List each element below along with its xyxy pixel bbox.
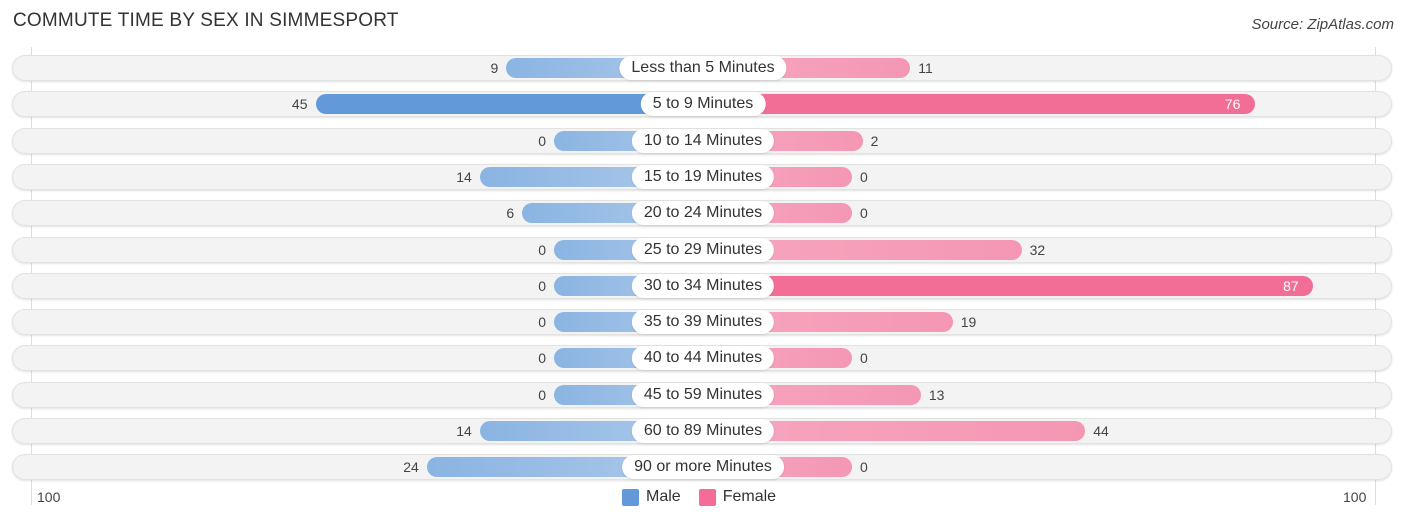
category-label: 35 to 39 Minutes bbox=[631, 310, 775, 335]
legend-swatch-male bbox=[622, 488, 639, 506]
bar-female[interactable] bbox=[703, 275, 1314, 296]
legend-label-female: Female bbox=[722, 488, 777, 505]
axis-left-label: 100 bbox=[37, 489, 61, 505]
axis-right-label: 100 bbox=[1343, 489, 1367, 505]
value-label-female: 0 bbox=[860, 459, 868, 476]
chart-row: 0 32 25 to 29 Minutes bbox=[12, 236, 1392, 263]
value-label-female: 32 bbox=[1029, 241, 1046, 258]
value-label-male: 0 bbox=[538, 350, 546, 367]
chart-title: COMMUTE TIME BY SEX IN SIMMESPORT bbox=[13, 10, 399, 31]
value-label-female: 19 bbox=[960, 314, 977, 331]
value-label-female: 44 bbox=[1093, 423, 1109, 439]
value-label-female: 13 bbox=[928, 386, 945, 403]
value-label-male: 0 bbox=[538, 386, 546, 403]
category-label: 30 to 34 Minutes bbox=[631, 273, 775, 298]
chart-row: 0 19 35 to 39 Minutes bbox=[12, 309, 1392, 336]
category-label: 40 to 44 Minutes bbox=[631, 346, 775, 371]
value-label-female: 87 bbox=[1283, 277, 1299, 294]
value-label-male: 0 bbox=[538, 241, 546, 258]
legend: Male Female bbox=[622, 488, 794, 506]
category-label: 10 to 14 Minutes bbox=[631, 128, 775, 153]
chart-row: 45 76 5 to 9 Minutes bbox=[12, 91, 1392, 118]
category-label: 5 to 9 Minutes bbox=[640, 92, 766, 117]
legend-item-female[interactable]: Female bbox=[698, 488, 777, 506]
chart-row: 0 2 10 to 14 Minutes bbox=[12, 127, 1392, 154]
category-label: 90 or more Minutes bbox=[622, 455, 784, 480]
category-label: 20 to 24 Minutes bbox=[631, 201, 775, 226]
chart-row: 9 11 Less than 5 Minutes bbox=[12, 55, 1392, 81]
value-label-male: 14 bbox=[456, 168, 472, 185]
value-label-male: 0 bbox=[538, 314, 546, 331]
chart-row: 0 0 40 to 44 Minutes bbox=[12, 345, 1392, 372]
value-label-male: 45 bbox=[291, 96, 308, 113]
category-label: 60 to 89 Minutes bbox=[631, 419, 775, 443]
value-label-female: 76 bbox=[1224, 96, 1241, 113]
chart-row: 0 87 30 to 34 Minutes bbox=[12, 272, 1392, 299]
category-label: Less than 5 Minutes bbox=[619, 56, 787, 80]
bar-female[interactable] bbox=[703, 94, 1255, 115]
chart-row: 14 0 15 to 19 Minutes bbox=[12, 163, 1392, 190]
value-label-male: 0 bbox=[538, 132, 546, 149]
legend-swatch-female bbox=[698, 488, 716, 506]
value-label-female: 0 bbox=[860, 205, 868, 222]
legend-item-male[interactable]: Male bbox=[622, 488, 681, 506]
value-label-female: 0 bbox=[860, 168, 868, 185]
value-label-female: 2 bbox=[870, 132, 879, 149]
value-label-female: 11 bbox=[918, 60, 933, 76]
category-label: 25 to 29 Minutes bbox=[631, 237, 775, 262]
legend-label-male: Male bbox=[646, 488, 681, 505]
source-label: Source: ZipAtlas.com bbox=[1251, 16, 1394, 33]
value-label-male: 24 bbox=[403, 459, 419, 476]
value-label-male: 14 bbox=[456, 423, 472, 439]
chart-row: 24 0 90 or more Minutes bbox=[12, 454, 1392, 481]
value-label-male: 9 bbox=[490, 60, 499, 76]
category-label: 45 to 59 Minutes bbox=[631, 382, 775, 407]
value-label-male: 6 bbox=[506, 205, 515, 222]
value-label-female: 0 bbox=[860, 350, 868, 367]
chart-row: 6 0 20 to 24 Minutes bbox=[12, 200, 1392, 227]
chart-row: 14 44 60 to 89 Minutes bbox=[12, 418, 1392, 444]
category-label: 15 to 19 Minutes bbox=[631, 164, 775, 189]
chart-row: 0 13 45 to 59 Minutes bbox=[12, 381, 1392, 408]
value-label-male: 0 bbox=[538, 277, 546, 294]
